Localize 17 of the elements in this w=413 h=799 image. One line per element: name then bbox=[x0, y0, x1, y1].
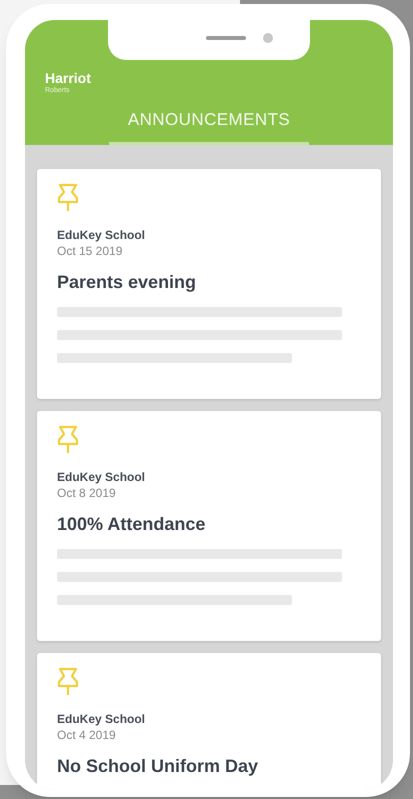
school-name: EduKey School bbox=[57, 227, 146, 243]
announcement-card[interactable]: EduKey School Oct 15 2019 Parents evening bbox=[37, 169, 381, 399]
announcement-title: Parents evening bbox=[57, 271, 198, 293]
pushpin-icon bbox=[57, 183, 79, 213]
school-name: EduKey School bbox=[57, 469, 146, 485]
announcement-title: No School Uniform Day bbox=[57, 755, 260, 777]
announcement-date: Oct 15 2019 bbox=[57, 243, 124, 259]
user-first-name: Harriot bbox=[45, 70, 91, 86]
speaker-icon bbox=[206, 36, 246, 40]
announcement-card[interactable]: EduKey School Oct 4 2019 No School Uniform Day bbox=[37, 653, 381, 790]
announcement-date: Oct 8 2019 bbox=[57, 485, 117, 501]
school-name: EduKey School bbox=[57, 711, 146, 727]
pushpin-icon bbox=[57, 667, 79, 697]
pushpin-icon bbox=[57, 425, 79, 455]
announcement-card[interactable]: EduKey School Oct 8 2019 100% Attendance bbox=[37, 411, 381, 641]
announcement-title: 100% Attendance bbox=[57, 513, 206, 535]
announcement-date: Oct 4 2019 bbox=[57, 727, 117, 743]
